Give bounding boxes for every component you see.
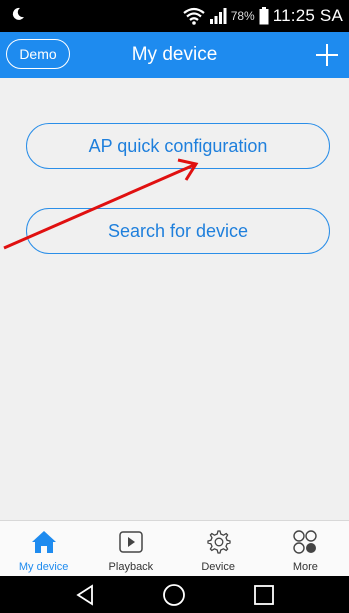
tab-device[interactable]: Device: [175, 521, 262, 576]
status-bar: 78% 11:25 SA: [0, 0, 349, 32]
tab-more[interactable]: More: [262, 521, 349, 576]
app-header: My device Demo: [0, 32, 349, 78]
tab-label: Device: [201, 561, 235, 573]
moon-icon: [12, 7, 24, 20]
tab-my-device[interactable]: My device: [0, 521, 87, 576]
recents-square-icon: [254, 584, 275, 605]
search-for-device-button[interactable]: Search for device: [26, 208, 330, 254]
add-icon[interactable]: [311, 39, 343, 71]
clock: 11:25 SA: [272, 6, 343, 25]
gear-icon: [207, 530, 231, 554]
battery-percent: 78%: [230, 9, 255, 23]
wifi-icon: [183, 7, 205, 25]
back-triangle-icon: [76, 583, 93, 606]
tab-label: My device: [18, 561, 69, 573]
demo-button[interactable]: Demo: [6, 39, 70, 69]
battery-icon: [259, 7, 269, 25]
tab-playback[interactable]: Playback: [87, 521, 174, 576]
more-circles-icon: [293, 530, 318, 554]
ap-quick-configuration-button[interactable]: AP quick configuration: [26, 123, 330, 169]
home-icon: [31, 531, 56, 553]
main-content: AP quick configuration Search for device: [0, 78, 349, 520]
signal-icon: [209, 8, 227, 24]
play-icon: [119, 531, 143, 553]
tab-label: Playback: [108, 561, 154, 573]
home-button[interactable]: [154, 580, 194, 610]
tab-label: More: [292, 561, 318, 573]
recents-button[interactable]: [244, 580, 284, 610]
back-button[interactable]: [65, 580, 105, 610]
system-nav-bar: [0, 576, 349, 613]
bottom-tab-bar: My device Playback Device More: [0, 520, 349, 576]
home-circle-icon: [163, 583, 186, 606]
